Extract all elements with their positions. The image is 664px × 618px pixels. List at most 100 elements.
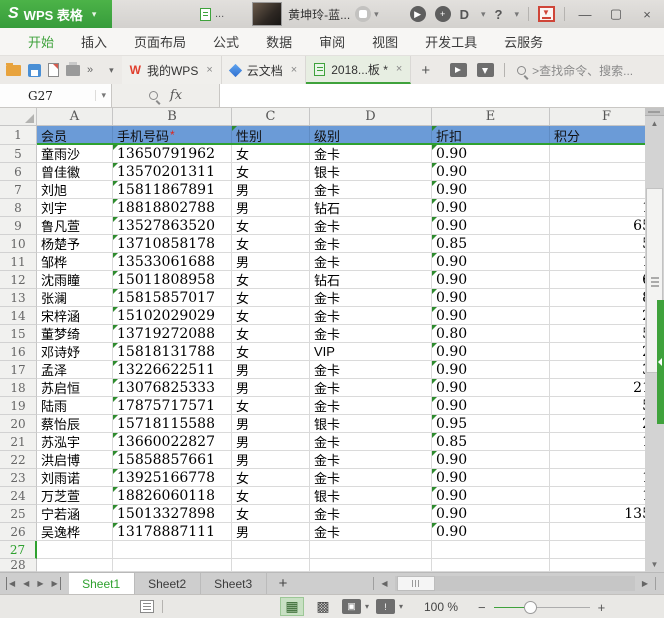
- member-badge-icon[interactable]: [355, 6, 371, 22]
- cell-D27[interactable]: [310, 541, 432, 559]
- menu-item-page-layout[interactable]: 页面布局: [134, 32, 186, 51]
- community-icon[interactable]: ▶: [410, 6, 426, 22]
- name-box-caret-icon[interactable]: ▾: [95, 90, 111, 101]
- cell-C5[interactable]: 女: [232, 145, 310, 163]
- tab-close-icon[interactable]: ×: [206, 64, 212, 76]
- cell-D13[interactable]: 金卡: [310, 289, 432, 307]
- cell-A9[interactable]: 鲁凡萱: [37, 217, 113, 235]
- cell-C19[interactable]: 女: [232, 397, 310, 415]
- cell-B28[interactable]: [113, 559, 232, 572]
- cell-C27[interactable]: [232, 541, 310, 559]
- cell-C23[interactable]: 女: [232, 469, 310, 487]
- cell-E26[interactable]: 0.90: [432, 523, 550, 541]
- cell-D21[interactable]: 金卡: [310, 433, 432, 451]
- row-header-20[interactable]: 20: [0, 415, 37, 433]
- cell-D12[interactable]: 钻石: [310, 271, 432, 289]
- cell-E11[interactable]: 0.90: [432, 253, 550, 271]
- cell-C10[interactable]: 女: [232, 235, 310, 253]
- cell-B5[interactable]: 13650791962: [113, 145, 232, 163]
- cell-C11[interactable]: 男: [232, 253, 310, 271]
- tab-close-icon[interactable]: ×: [396, 63, 402, 75]
- cell-A26[interactable]: 吴逸桦: [37, 523, 113, 541]
- cell-B27[interactable]: [113, 541, 232, 559]
- minimize-button[interactable]: —: [574, 7, 596, 22]
- more-commands-icon[interactable]: »: [87, 64, 93, 76]
- docer-caret-icon[interactable]: ▾: [481, 9, 486, 20]
- doc-tab-2[interactable]: 2018...板 *×: [306, 56, 411, 84]
- cell-D20[interactable]: 银卡: [310, 415, 432, 433]
- macro-record-icon[interactable]: [140, 600, 154, 613]
- cell-A24[interactable]: 万芝萱: [37, 487, 113, 505]
- cell-A25[interactable]: 宁若涵: [37, 505, 113, 523]
- cell-D10[interactable]: 金卡: [310, 235, 432, 253]
- menu-item-view[interactable]: 视图: [372, 32, 398, 51]
- sheet-tab-sheet3[interactable]: Sheet3: [201, 573, 267, 594]
- share-icon[interactable]: [477, 63, 494, 77]
- row-header-5[interactable]: 5: [0, 145, 37, 163]
- next-sheet-icon[interactable]: ▶: [35, 577, 45, 590]
- cell-C16[interactable]: 女: [232, 343, 310, 361]
- cell-B24[interactable]: 18826060118: [113, 487, 232, 505]
- cell-A11[interactable]: 邹桦: [37, 253, 113, 271]
- row-header-21[interactable]: 21: [0, 433, 37, 451]
- zoom-slider-knob[interactable]: [524, 601, 537, 614]
- name-box[interactable]: G27 ▾: [0, 84, 112, 107]
- doc-tab-1[interactable]: 云文档×: [222, 56, 306, 84]
- cell-C15[interactable]: 女: [232, 325, 310, 343]
- cell-D16[interactable]: VIP: [310, 343, 432, 361]
- cell-D9[interactable]: 金卡: [310, 217, 432, 235]
- cell-B10[interactable]: 13710858178: [113, 235, 232, 253]
- cell-D5[interactable]: 金卡: [310, 145, 432, 163]
- col-header-C[interactable]: C: [232, 108, 310, 126]
- doc-tab-0[interactable]: W我的WPS×: [122, 56, 222, 84]
- cell-D22[interactable]: 金卡: [310, 451, 432, 469]
- cell-A19[interactable]: 陆雨: [37, 397, 113, 415]
- presentation-mode-icon[interactable]: [450, 63, 467, 77]
- cell-C14[interactable]: 女: [232, 307, 310, 325]
- last-sheet-icon[interactable]: ▶: [49, 577, 60, 590]
- cell-E7[interactable]: 0.90: [432, 181, 550, 199]
- cell-E6[interactable]: 0.90: [432, 163, 550, 181]
- cell-C25[interactable]: 女: [232, 505, 310, 523]
- cell-B7[interactable]: 15811867891: [113, 181, 232, 199]
- cell-C13[interactable]: 女: [232, 289, 310, 307]
- cell-E12[interactable]: 0.90: [432, 271, 550, 289]
- cell-D18[interactable]: 金卡: [310, 379, 432, 397]
- cell-E20[interactable]: 0.95: [432, 415, 550, 433]
- cell-B23[interactable]: 13925166778: [113, 469, 232, 487]
- cell-B22[interactable]: 15858857661: [113, 451, 232, 469]
- cell-A7[interactable]: 刘旭: [37, 181, 113, 199]
- horizontal-scrollbar[interactable]: [395, 576, 635, 591]
- download-update-icon[interactable]: [538, 6, 555, 22]
- side-panel-toggle[interactable]: [657, 300, 664, 424]
- cell-E24[interactable]: 0.90: [432, 487, 550, 505]
- cell-E28[interactable]: [432, 559, 550, 572]
- col-header-A[interactable]: A: [37, 108, 113, 126]
- scroll-down-icon[interactable]: ▼: [645, 557, 664, 572]
- cell-A28[interactable]: [37, 559, 113, 572]
- cell-C6[interactable]: 女: [232, 163, 310, 181]
- row-header-24[interactable]: 24: [0, 487, 37, 505]
- paste-icon[interactable]: [48, 63, 59, 77]
- row-header-1[interactable]: 1: [0, 126, 37, 145]
- layout-view-caret-icon[interactable]: ▾: [365, 602, 369, 611]
- zoom-slider[interactable]: [494, 601, 590, 614]
- cell-B21[interactable]: 13660022827: [113, 433, 232, 451]
- cell-E23[interactable]: 0.90: [432, 469, 550, 487]
- cell-D19[interactable]: 金卡: [310, 397, 432, 415]
- row-header-7[interactable]: 7: [0, 181, 37, 199]
- cell-E10[interactable]: 0.85: [432, 235, 550, 253]
- page-layout-view-button[interactable]: ▣: [342, 599, 361, 614]
- cell-C7[interactable]: 男: [232, 181, 310, 199]
- cell-B12[interactable]: 15011808958: [113, 271, 232, 289]
- cell-A5[interactable]: 童雨沙: [37, 145, 113, 163]
- row-header-14[interactable]: 14: [0, 307, 37, 325]
- cell-E8[interactable]: 0.90: [432, 199, 550, 217]
- toolbar-dropdown-icon[interactable]: ▾: [109, 65, 114, 76]
- row-header-9[interactable]: 9: [0, 217, 37, 235]
- menu-item-insert[interactable]: 插入: [81, 32, 107, 51]
- cell-B20[interactable]: 15718115588: [113, 415, 232, 433]
- help-caret-icon[interactable]: ▾: [514, 9, 519, 20]
- cell-C12[interactable]: 女: [232, 271, 310, 289]
- docer-icon[interactable]: D: [460, 7, 469, 22]
